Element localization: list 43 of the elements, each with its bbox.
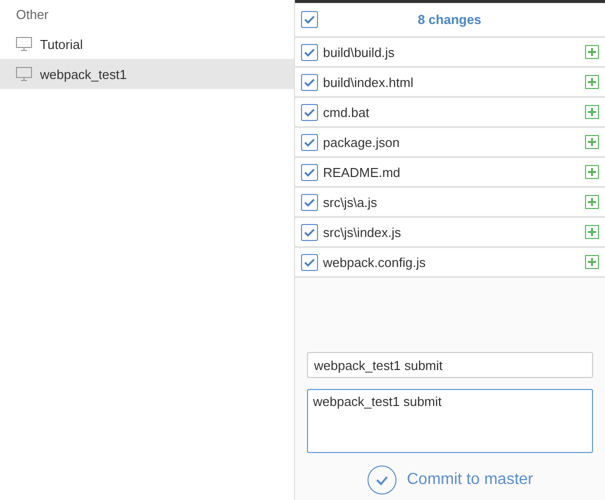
check-circle-icon [366, 465, 397, 495]
checkbox[interactable] [301, 74, 318, 90]
description-field[interactable]: webpack_test1 submit [307, 389, 593, 453]
plus-icon [585, 225, 599, 239]
file-path: cmd.bat [323, 104, 370, 120]
file-path: build\build.js [323, 44, 396, 60]
summary-field[interactable]: webpack_test1 submit [307, 352, 593, 378]
checkbox[interactable] [301, 134, 318, 150]
file-path: webpack.config.js [323, 254, 427, 270]
checkmark-icon [304, 228, 315, 236]
plus-icon [585, 75, 599, 89]
checkbox[interactable] [301, 224, 318, 240]
checkbox[interactable] [301, 11, 318, 28]
plus-icon [585, 135, 599, 149]
file-path: package.json [323, 134, 401, 150]
checkbox[interactable] [301, 44, 318, 60]
checkbox[interactable] [301, 104, 318, 120]
checkmark-icon [304, 48, 315, 56]
repository-item[interactable]: Tutorial [0, 29, 294, 59]
plus-icon [585, 105, 599, 119]
monitor-icon [16, 37, 32, 51]
plus-icon [585, 195, 599, 209]
checkmark-icon [304, 108, 315, 116]
checkbox[interactable] [301, 164, 318, 180]
plus-icon [585, 255, 599, 269]
checkmark-icon [304, 138, 315, 146]
monitor-icon [16, 67, 32, 81]
file-path: src\js\index.js [323, 224, 402, 240]
checkmark-icon [304, 78, 315, 86]
checkmark-icon [304, 198, 315, 206]
changes-count: 8 changes [416, 12, 482, 27]
checkmark-icon [304, 258, 315, 266]
file-path: build\index.html [323, 74, 414, 90]
file-path: src\js\a.js [323, 194, 378, 210]
plus-icon [585, 45, 599, 59]
checkbox[interactable] [301, 194, 318, 210]
repository-item[interactable]: webpack_test1 [0, 59, 294, 89]
checkmark-icon [304, 168, 315, 176]
group-label: Other [15, 7, 50, 23]
checkmark-icon [304, 15, 315, 24]
plus-icon [585, 165, 599, 179]
checkbox[interactable] [301, 254, 318, 270]
file-path: README.md [323, 164, 402, 180]
